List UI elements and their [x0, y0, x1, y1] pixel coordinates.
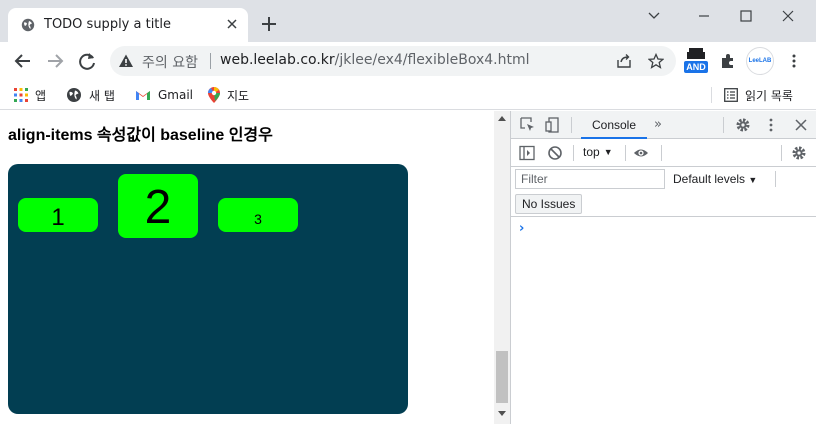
- maps-pin-icon: [208, 87, 220, 103]
- toolbar-divider: [573, 145, 574, 161]
- context-label: top: [583, 145, 600, 159]
- tab-console[interactable]: Console: [581, 111, 647, 139]
- leelab-label: LeeLAB: [748, 58, 772, 64]
- flex-container: 1 2 3: [8, 164, 408, 414]
- filter-row: Default levels ▼: [511, 167, 816, 192]
- back-arrow-icon[interactable]: [12, 50, 34, 72]
- share-icon[interactable]: [616, 53, 632, 69]
- leelab-profile-avatar[interactable]: LeeLAB: [746, 47, 774, 75]
- log-levels-select[interactable]: Default levels ▼: [673, 172, 757, 186]
- toolbar-divider: [625, 145, 626, 161]
- reload-icon[interactable]: [76, 50, 98, 72]
- close-icon[interactable]: [224, 16, 240, 32]
- bookmark-maps[interactable]: 지도: [208, 85, 249, 105]
- apps-grid-icon: [14, 88, 28, 102]
- flex-item-1: 1: [18, 198, 98, 232]
- scroll-down-arrow-icon[interactable]: [498, 411, 506, 416]
- minimize-icon[interactable]: [690, 6, 718, 26]
- toolbar-divider: [775, 171, 776, 187]
- scroll-up-arrow-icon[interactable]: [498, 116, 506, 121]
- bookmark-new-tab[interactable]: 새 탭: [66, 85, 115, 105]
- title-bar: TODO supply a title: [0, 0, 816, 42]
- browser-tab[interactable]: TODO supply a title: [8, 8, 248, 42]
- reading-list-label: 읽기 목록: [745, 88, 793, 103]
- maximize-icon[interactable]: [732, 6, 760, 26]
- window-close-icon[interactable]: [774, 6, 802, 26]
- new-tab-icon[interactable]: [260, 15, 278, 33]
- clear-console-icon[interactable]: [547, 145, 563, 161]
- console-prompt-chevron-icon[interactable]: ›: [519, 221, 524, 236]
- eye-icon[interactable]: [633, 145, 649, 161]
- gear-icon[interactable]: [735, 117, 751, 133]
- devtools-panel: Console » top ▼ Filter Default levels ▼ …: [510, 111, 816, 424]
- browser-toolbar: 주의 요함 web.leelab.co.kr/jklee/ex4/flexibl…: [0, 42, 816, 80]
- bookmark-label: Gmail: [158, 88, 194, 102]
- bookmark-label: 지도: [227, 88, 250, 103]
- scrollbar-thumb[interactable]: [496, 351, 508, 403]
- toolbar-divider: [781, 145, 782, 161]
- reading-list-icon: [724, 88, 738, 102]
- dropdown-arrow-icon: ▼: [603, 147, 613, 157]
- bookmark-gmail[interactable]: Gmail: [135, 85, 193, 105]
- log-levels-label: Default levels: [673, 172, 746, 186]
- url-host: web.leelab.co.kr: [220, 52, 335, 68]
- sidebar-toggle-icon[interactable]: [519, 145, 535, 161]
- toolbar-divider: [723, 117, 724, 133]
- device-toolbar-icon[interactable]: [545, 117, 561, 133]
- printer-icon: [687, 48, 705, 59]
- no-issues-button[interactable]: No Issues: [515, 194, 583, 214]
- page-scrollbar[interactable]: [494, 111, 510, 424]
- url-path: /jklee/ex4/flexibleBox4.html: [334, 52, 530, 68]
- tab-title: TODO supply a title: [44, 17, 172, 32]
- bookmark-label: 새 탭: [89, 88, 115, 103]
- globe-icon: [21, 18, 35, 32]
- kebab-menu-icon[interactable]: [786, 53, 802, 69]
- url-text[interactable]: web.leelab.co.kr/jklee/ex4/flexibleBox4.…: [220, 52, 530, 68]
- chevron-down-icon[interactable]: [640, 6, 668, 26]
- bookmark-apps[interactable]: 앱: [14, 85, 46, 105]
- and-badge: AND: [684, 61, 708, 73]
- filter-input[interactable]: [515, 169, 665, 189]
- address-bar[interactable]: 주의 요함 web.leelab.co.kr/jklee/ex4/flexibl…: [110, 46, 676, 76]
- security-label[interactable]: 주의 요함: [142, 52, 198, 72]
- bookmarks-divider: [711, 87, 712, 103]
- globe-icon: [67, 88, 81, 102]
- bookmark-label: 앱: [35, 88, 47, 103]
- context-select[interactable]: top ▼: [583, 145, 613, 159]
- and-extension-icon[interactable]: AND: [684, 47, 708, 75]
- devtools-main-toolbar: Console »: [511, 111, 816, 139]
- flex-item-3: 3: [218, 198, 298, 232]
- more-tabs-chevron-icon[interactable]: »: [654, 117, 662, 132]
- inspect-element-icon[interactable]: [520, 117, 536, 133]
- omnibox-divider: [210, 53, 211, 69]
- toolbar-divider: [661, 145, 662, 161]
- extensions-puzzle-icon[interactable]: [720, 53, 736, 69]
- toolbar-divider: [571, 117, 572, 133]
- close-icon[interactable]: [793, 117, 809, 133]
- forward-arrow-icon[interactable]: [44, 50, 66, 72]
- kebab-menu-icon[interactable]: [763, 117, 779, 133]
- warning-icon[interactable]: [118, 53, 134, 69]
- bookmarks-bar: 앱 새 탭 Gmail 지도 읽기 목록: [0, 80, 816, 110]
- page-heading: align-items 속성값이 baseline 인경우: [8, 127, 273, 144]
- page-viewport: align-items 속성값이 baseline 인경우 1 2 3: [0, 111, 494, 424]
- flex-item-2: 2: [118, 174, 198, 238]
- bookmark-star-icon[interactable]: [648, 53, 664, 69]
- reading-list-button[interactable]: 읽기 목록: [724, 85, 793, 105]
- gmail-icon: [136, 91, 150, 100]
- console-toolbar: top ▼: [511, 139, 816, 167]
- issues-row: No Issues: [511, 193, 816, 217]
- console-settings-gear-icon[interactable]: [791, 145, 807, 161]
- dropdown-arrow-icon: ▼: [748, 175, 758, 185]
